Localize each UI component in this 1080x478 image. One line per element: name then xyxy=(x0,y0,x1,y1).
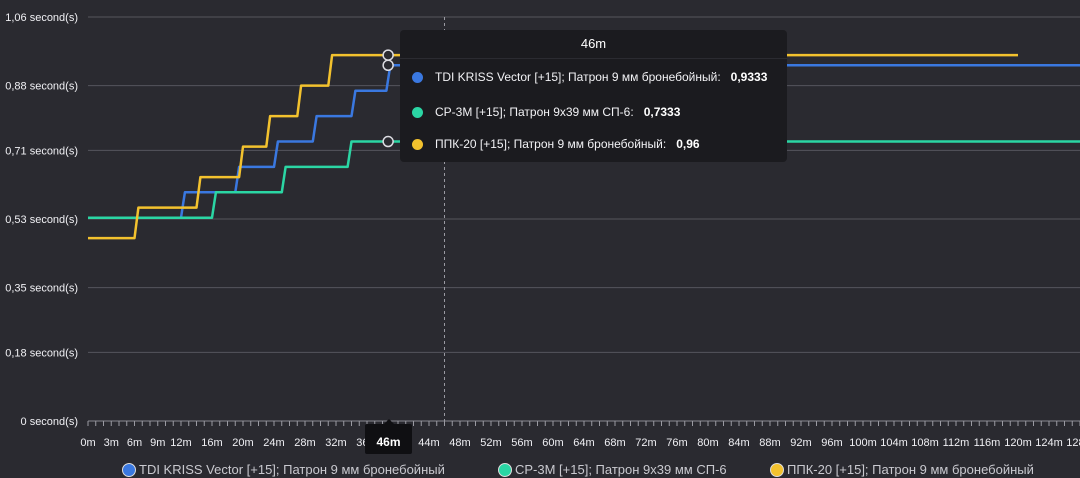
legend-dot-icon xyxy=(498,462,512,477)
x-tick-label: 0m xyxy=(80,437,95,449)
x-tick-label: 88m xyxy=(759,437,780,449)
tooltip-title: 46m xyxy=(400,30,787,59)
series-hover-marker xyxy=(382,59,394,72)
x-tick-label: 12m xyxy=(170,437,191,449)
x-tick-label: 72m xyxy=(635,437,656,449)
x-tick-label: 16m xyxy=(201,437,222,449)
x-tick-label: 28m xyxy=(294,437,315,449)
tooltip-row-value: 0,7333 xyxy=(643,105,681,119)
x-tick-label: 76m xyxy=(666,437,687,449)
tooltip-row-value: 0,96 xyxy=(676,137,700,151)
y-tick-label: 0,35 second(s) xyxy=(5,283,78,295)
tooltip-row-label: TDI KRISS Vector [+15]; Патрон 9 мм брон… xyxy=(435,70,721,84)
y-tick-label: 0,88 second(s) xyxy=(5,81,78,93)
series-hover-marker xyxy=(382,49,394,61)
legend-dot-icon xyxy=(770,462,784,477)
legend-label: СР-3М [+15]; Патрон 9х39 мм СП-6 xyxy=(515,462,727,477)
legend-item-ppk20[interactable]: ППК-20 [+15]; Патрон 9 мм бронебойный xyxy=(770,462,1034,477)
x-tick-label: 100m xyxy=(849,437,877,449)
x-tick-label: 48m xyxy=(449,437,470,449)
x-tick-label: 128m xyxy=(1066,437,1080,449)
tooltip-row-value: 0,9333 xyxy=(730,70,768,84)
x-tick-label: 56m xyxy=(511,437,532,449)
legend-item-sr3m[interactable]: СР-3М [+15]; Патрон 9х39 мм СП-6 xyxy=(498,462,727,477)
series-color-dot xyxy=(412,138,423,150)
x-tick-label: 120m xyxy=(1004,437,1032,449)
x-tick-label: 44m xyxy=(418,437,439,449)
y-tick-label: 0 second(s) xyxy=(21,416,78,428)
x-tick-label: 6m xyxy=(127,437,142,449)
crosshair-x-badge: 46m xyxy=(365,419,412,454)
x-tick-label: 32m xyxy=(325,437,346,449)
x-tick-label: 112m xyxy=(943,437,970,449)
x-tick-label: 84m xyxy=(728,437,749,449)
x-tick-label: 60m xyxy=(542,437,563,449)
x-tick-label: 92m xyxy=(790,437,811,449)
series-color-dot xyxy=(412,106,423,118)
x-tick-label: 20m xyxy=(232,437,253,449)
x-tick-label: 124m xyxy=(1035,437,1063,449)
tooltip-row-label: СР-3М [+15]; Патрон 9х39 мм СП-6: xyxy=(435,105,634,119)
x-tick-label: 104m xyxy=(880,437,908,449)
x-tick-label: 24m xyxy=(263,437,284,449)
series-hover-marker xyxy=(382,135,394,148)
tooltip-row-sr3m: СР-3М [+15]; Патрон 9х39 мм СП-6: 0,7333 xyxy=(412,105,680,119)
x-tick-label: 68m xyxy=(604,437,625,449)
legend-item-vector[interactable]: TDI KRISS Vector [+15]; Патрон 9 мм брон… xyxy=(122,462,445,477)
x-tick-label: 80m xyxy=(697,437,718,449)
tooltip-row-ppk20: ППК-20 [+15]; Патрон 9 мм бронебойный: 0… xyxy=(412,137,700,151)
legend-dot-icon xyxy=(122,462,136,477)
y-tick-label: 0,18 second(s) xyxy=(5,347,78,359)
x-tick-label: 52m xyxy=(480,437,501,449)
x-tick-label: 64m xyxy=(573,437,594,449)
y-tick-label: 1,06 second(s) xyxy=(5,12,78,24)
tooltip: 46m TDI KRISS Vector [+15]; Патрон 9 мм … xyxy=(400,30,787,162)
legend: TDI KRISS Vector [+15]; Патрон 9 мм брон… xyxy=(0,460,1080,478)
legend-label: TDI KRISS Vector [+15]; Патрон 9 мм брон… xyxy=(139,462,445,477)
x-tick-label: 96m xyxy=(821,437,842,449)
y-tick-label: 0,71 second(s) xyxy=(5,145,78,157)
x-tick-label: 9m xyxy=(150,437,165,449)
legend-label: ППК-20 [+15]; Патрон 9 мм бронебойный xyxy=(787,462,1034,477)
x-tick-label: 108m xyxy=(911,437,939,449)
series-color-dot xyxy=(412,71,423,83)
y-tick-label: 0,53 second(s) xyxy=(5,214,78,226)
x-tick-label: 116m xyxy=(974,437,1001,449)
x-tick-label: 3m xyxy=(104,437,119,449)
tooltip-row-vector: TDI KRISS Vector [+15]; Патрон 9 мм брон… xyxy=(412,70,767,84)
tooltip-row-label: ППК-20 [+15]; Патрон 9 мм бронебойный: xyxy=(435,137,667,151)
